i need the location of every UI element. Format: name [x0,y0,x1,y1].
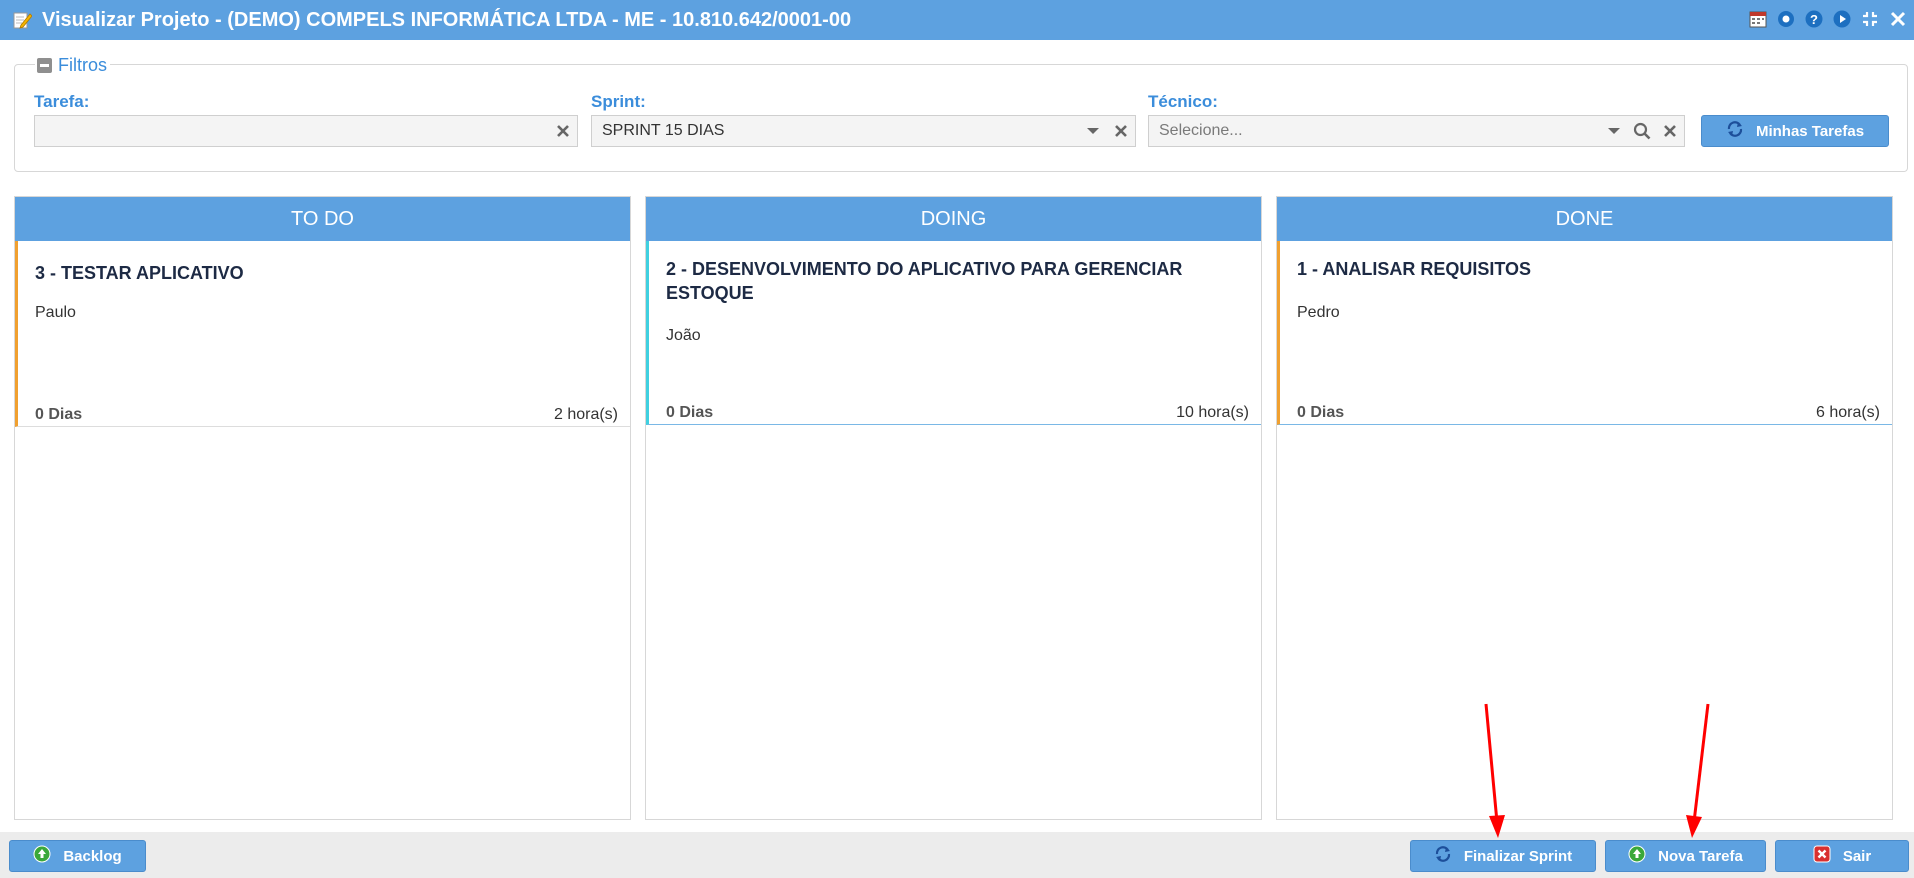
sprint-label: Sprint: [591,92,646,111]
column-header: DONE [1277,197,1892,241]
finalizar-sprint-label: Finalizar Sprint [1463,847,1573,865]
search-icon[interactable] [1628,116,1656,146]
column-header: TO DO [15,197,630,241]
minhas-tarefas-button[interactable]: Minhas Tarefas [1701,115,1889,147]
task-days: 0 Dias [1297,404,1345,421]
column-todo: TO DO 3 - TESTAR APLICATIVO Paulo 0 Dias… [14,196,631,820]
tecnico-placeholder: Selecione... [1159,122,1243,139]
chevron-down-icon[interactable] [1079,116,1107,146]
task-technician: Paulo [35,304,76,321]
clear-icon[interactable] [549,116,577,146]
edit-document-icon [12,10,33,30]
footer-toolbar: Backlog Finalizar Sprint Nova Tarefa Sai… [0,832,1914,878]
compress-icon[interactable] [1860,9,1880,29]
svg-text:?: ? [1810,12,1818,27]
sprint-value: SPRINT 15 DIAS [602,122,725,139]
backlog-label: Backlog [63,847,122,865]
task-hours: 2 hora(s) [553,406,618,423]
task-technician: João [666,327,701,344]
backlog-button[interactable]: Backlog [9,840,146,872]
sair-button[interactable]: Sair [1775,840,1909,872]
refresh-icon [1726,120,1744,142]
task-card[interactable]: 2 - DESENVOLVIMENTO DO APLICATIVO PARA G… [646,241,1261,425]
window-controls: ? [1748,9,1908,29]
task-hours: 6 hora(s) [1815,404,1880,421]
clear-icon[interactable] [1107,116,1135,146]
clear-icon[interactable] [1656,116,1684,146]
task-days: 0 Dias [666,404,714,421]
minhas-tarefas-label: Minhas Tarefas [1755,122,1865,140]
help-icon[interactable]: ? [1804,9,1824,29]
task-card[interactable]: 3 - TESTAR APLICATIVO Paulo 0 Dias 2 hor… [15,241,630,427]
task-hours: 10 hora(s) [1176,404,1249,421]
window-title: Visualizar Projeto - (DEMO) COMPELS INFO… [42,8,852,31]
task-days: 0 Dias [35,406,83,423]
filters-legend-label: Filtros [58,55,107,75]
sair-label: Sair [1842,847,1872,865]
tecnico-label: Técnico: [1148,92,1218,111]
tarefa-label: Tarefa: [34,92,90,111]
column-header: DOING [646,197,1261,241]
task-title: 1 - ANALISAR REQUISITOS [1297,259,1532,279]
task-title: 3 - TESTAR APLICATIVO [35,263,244,283]
task-technician: Pedro [1297,304,1340,321]
task-title: 2 - DESENVOLVIMENTO DO APLICATIVO PARA G… [666,259,1183,303]
sprint-select[interactable]: SPRINT 15 DIAS [591,115,1136,147]
title-bar: Visualizar Projeto - (DEMO) COMPELS INFO… [0,0,1914,40]
filters-panel: Filtros Tarefa: Sprint: SPRINT 15 DIAS T… [14,55,1908,172]
arrow-up-circle-icon [33,845,51,867]
collapse-icon[interactable] [37,58,52,73]
play-icon[interactable] [1832,9,1852,29]
tecnico-select[interactable]: Selecione... [1148,115,1685,147]
finalizar-sprint-button[interactable]: Finalizar Sprint [1410,840,1596,872]
exit-icon [1813,845,1831,867]
chevron-down-icon[interactable] [1600,116,1628,146]
column-done: DONE 1 - ANALISAR REQUISITOS Pedro 0 Dia… [1276,196,1893,820]
refresh-icon [1434,845,1452,867]
tarefa-field[interactable] [34,115,578,147]
filters-legend[interactable]: Filtros [35,55,110,76]
arrow-up-circle-icon [1628,845,1646,867]
task-card[interactable]: 1 - ANALISAR REQUISITOS Pedro 0 Dias 6 h… [1277,241,1892,425]
record-icon[interactable] [1776,9,1796,29]
column-doing: DOING 2 - DESENVOLVIMENTO DO APLICATIVO … [645,196,1262,820]
close-icon[interactable] [1888,9,1908,29]
calendar-icon[interactable] [1748,9,1768,29]
nova-tarefa-button[interactable]: Nova Tarefa [1605,840,1766,872]
nova-tarefa-label: Nova Tarefa [1658,847,1743,865]
